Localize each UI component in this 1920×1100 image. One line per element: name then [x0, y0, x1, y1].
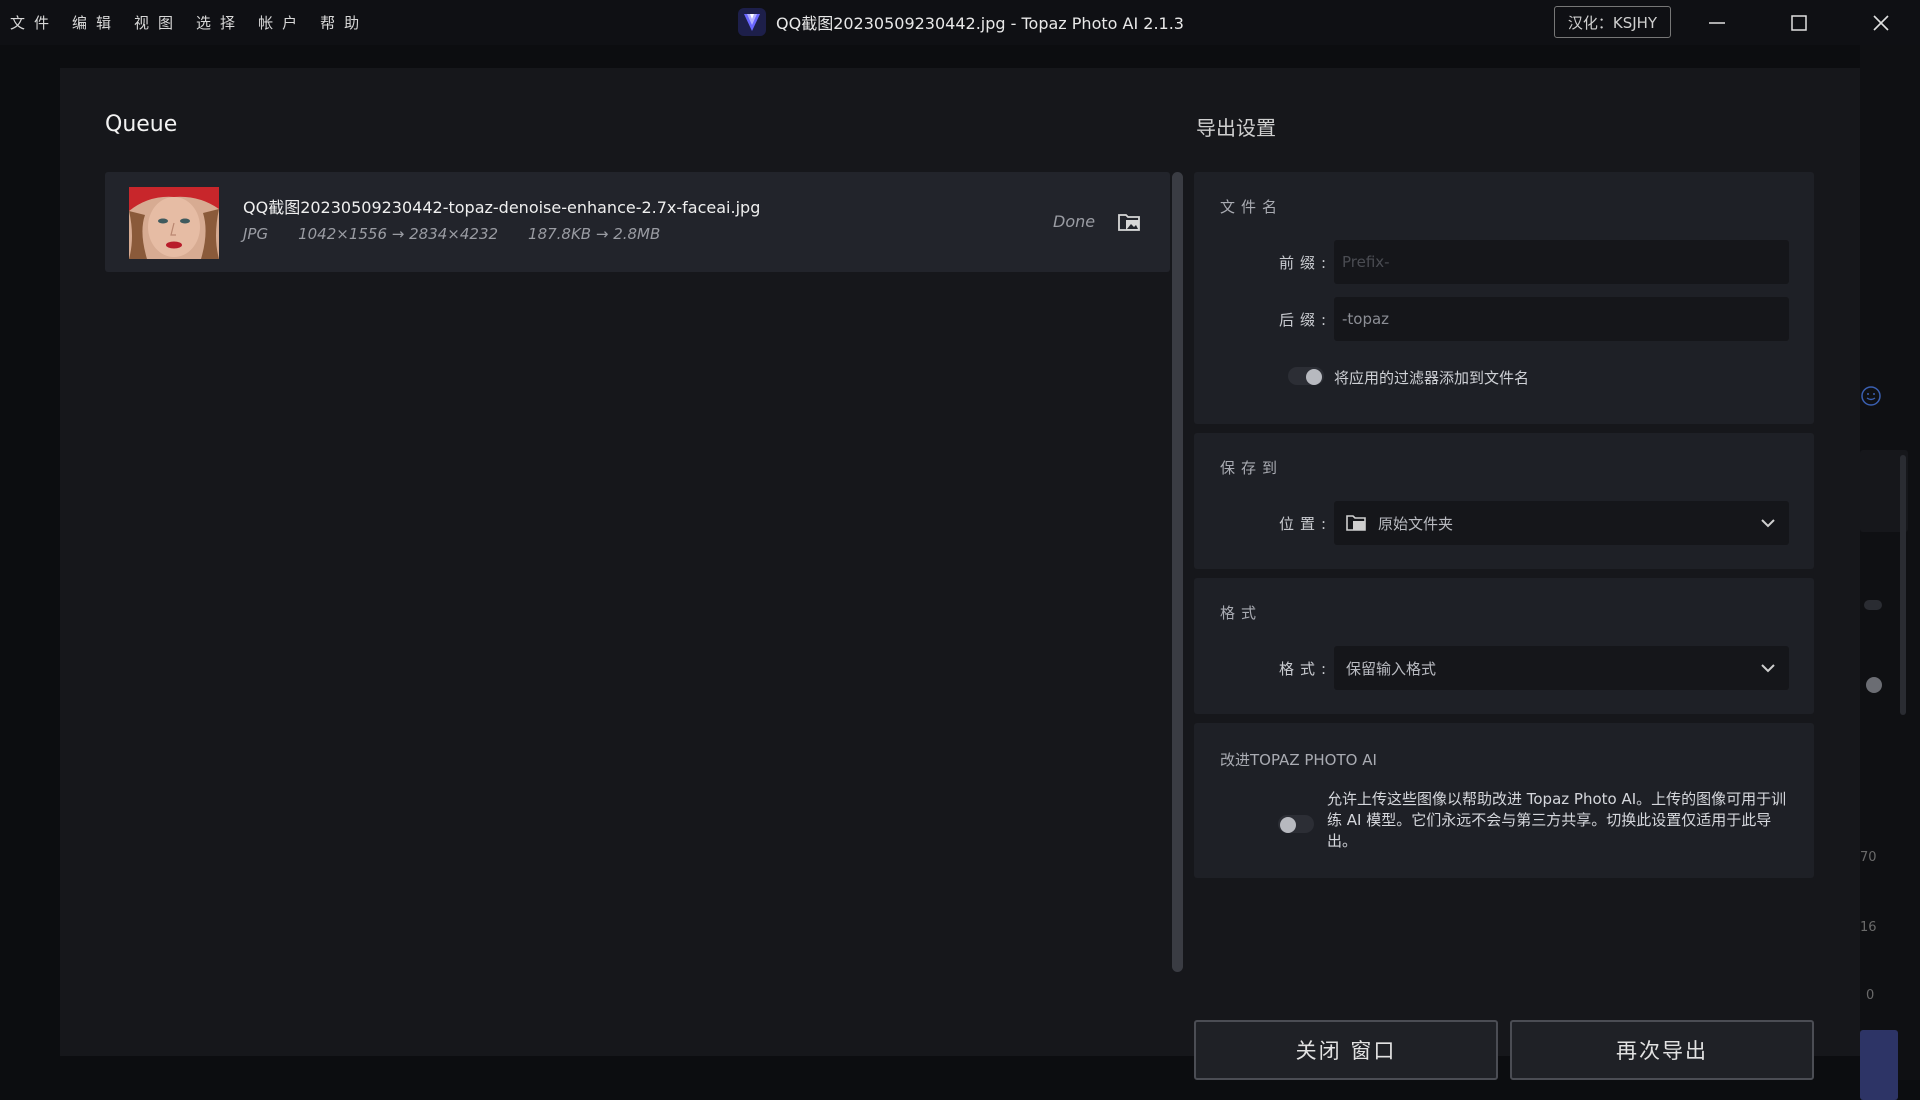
close-icon: [1873, 14, 1889, 31]
status-label: Done: [1053, 212, 1096, 231]
window-title: QQ截图20230509230442.jpg - Topaz Photo AI …: [776, 14, 1184, 33]
background-app-panel: 70 16 0: [1860, 45, 1920, 1100]
prefix-input[interactable]: [1334, 240, 1789, 284]
toggle-knob: [1306, 369, 1322, 385]
location-value: 原始文件夹: [1378, 514, 1454, 533]
background-scrollbar: [1900, 455, 1906, 715]
upload-images-toggle[interactable]: [1278, 815, 1314, 833]
localization-credit: 汉化：KSJHY: [1554, 6, 1671, 38]
export-settings-title: 导出设置: [1196, 116, 1276, 140]
file-name: QQ截图20230509230442-topaz-denoise-enhance…: [243, 198, 761, 217]
append-filters-label: 将应用的过滤器添加到文件名: [1334, 369, 1530, 387]
background-export-button: [1860, 1030, 1898, 1100]
close-window-dialog-button[interactable]: 关闭 窗口: [1194, 1020, 1498, 1080]
background-value: 0: [1866, 988, 1875, 1003]
menu-file[interactable]: 文件: [10, 12, 68, 33]
chevron-down-icon: [1761, 519, 1775, 528]
improve-title: 改进TOPAZ PHOTO AI: [1220, 751, 1377, 769]
menu-help[interactable]: 帮助: [320, 12, 378, 33]
topaz-gem-icon: [738, 8, 766, 36]
save-to-panel: 保存到 位置: 原始文件夹: [1194, 433, 1814, 569]
background-value: 70: [1860, 850, 1877, 865]
menu-view[interactable]: 视图: [134, 12, 192, 33]
minimize-icon: [1709, 21, 1725, 24]
minimize-button[interactable]: [1682, 0, 1752, 45]
filename-section-title: 文件名: [1220, 198, 1284, 216]
format-value: 保留输入格式: [1346, 659, 1437, 678]
maximize-icon: [1791, 14, 1807, 31]
export-again-button[interactable]: 再次导出: [1510, 1020, 1814, 1080]
file-dimensions: 1042×1556 → 2834×4232: [298, 225, 499, 243]
smiley-icon: [1861, 386, 1881, 406]
menu-bar: 文件 编辑 视图 选择 帐户 帮助: [0, 12, 378, 33]
improve-description: 允许上传这些图像以帮助改进 Topaz Photo AI。上传的图像可用于训练 …: [1327, 790, 1787, 850]
maximize-button[interactable]: [1764, 0, 1834, 45]
open-folder-button[interactable]: [1117, 210, 1143, 234]
file-format: JPG: [243, 225, 269, 243]
export-dialog: Queue QQ截图20230509230442-topaz-denoise-e…: [60, 68, 1860, 1080]
filename-panel: 文件名 前缀: 后缀: 将应用的过滤器添加到文件名: [1194, 172, 1814, 424]
save-to-section-title: 保存到: [1220, 459, 1284, 477]
folder-icon: [1346, 515, 1366, 531]
background-value: 16: [1860, 920, 1877, 935]
window-title-group: QQ截图20230509230442.jpg - Topaz Photo AI …: [738, 8, 1184, 36]
prefix-label: 前缀:: [1278, 254, 1332, 272]
format-panel: 格式 格式: 保留输入格式: [1194, 578, 1814, 714]
image-thumbnail: [129, 187, 219, 259]
menu-account[interactable]: 帐户: [258, 12, 316, 33]
file-size: 187.8KB → 2.8MB: [528, 225, 661, 243]
format-select[interactable]: 保留输入格式: [1334, 646, 1789, 690]
close-window-button[interactable]: [1846, 0, 1916, 45]
background-knob: [1866, 677, 1882, 693]
location-select[interactable]: 原始文件夹: [1334, 501, 1789, 545]
queue-scrollbar[interactable]: [1172, 172, 1183, 972]
menu-select[interactable]: 选择: [196, 12, 254, 33]
title-bar: 文件 编辑 视图 选择 帐户 帮助 QQ截图20230509230442.jpg…: [0, 0, 1920, 45]
file-meta: JPG 1042×1556 → 2834×4232 187.8KB → 2.8M…: [243, 225, 660, 243]
toggle-knob: [1280, 817, 1296, 833]
append-filters-toggle[interactable]: [1288, 367, 1324, 385]
location-label: 位置:: [1278, 515, 1332, 533]
improve-panel: 改进TOPAZ PHOTO AI 允许上传这些图像以帮助改进 Topaz Pho…: [1194, 723, 1814, 878]
background-toggle: [1864, 600, 1882, 610]
suffix-input[interactable]: [1334, 297, 1789, 341]
folder-image-icon: [1118, 214, 1140, 231]
queue-item[interactable]: QQ截图20230509230442-topaz-denoise-enhance…: [105, 172, 1170, 272]
chevron-down-icon: [1761, 664, 1775, 673]
queue-title: Queue: [105, 112, 178, 137]
format-label: 格式:: [1278, 660, 1332, 678]
suffix-label: 后缀:: [1278, 311, 1332, 329]
format-section-title: 格式: [1220, 604, 1263, 622]
menu-edit[interactable]: 编辑: [72, 12, 130, 33]
